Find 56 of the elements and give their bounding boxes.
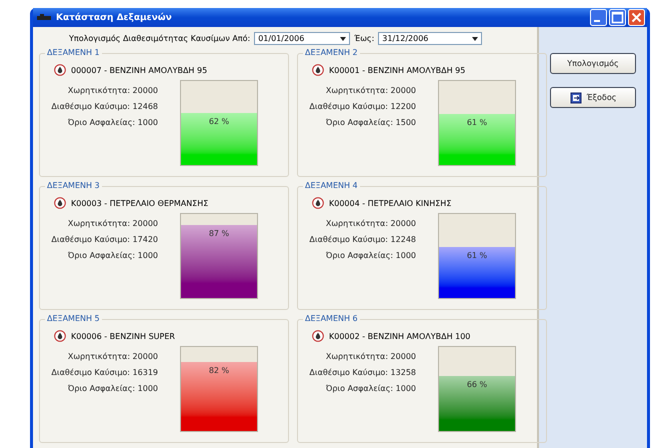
available-text: Διαθέσιμο Καύσιμο: 12200 [309,102,416,111]
capacity-text: Χωρητικότητα: 20000 [326,352,416,361]
date-range-label: Υπολογισμός Διαθεσιμότητας Καυσίμων Από: [69,34,250,43]
fuel-drop-icon [54,197,66,209]
percent-label: 61 % [466,118,488,127]
maximize-button[interactable] [609,9,626,26]
safety-limit-text: Όριο Ασφαλείας: 1000 [68,118,158,127]
group-title: ΔΕΞΑΜΕΝΗ 3 [45,181,102,190]
percent-label: 87 % [208,228,230,238]
available-text: Διαθέσιμο Καύσιμο: 13258 [309,368,416,377]
exit-icon [570,92,582,104]
safety-limit-text: Όριο Ασφαλείας: 1000 [68,384,158,393]
percent-label: 61 % [466,250,488,260]
fuel-name: K00002 - ΒΕΝΖΙΝΗ ΑΜΟΛΥΒΔΗ 100 [329,332,470,340]
fuel-drop-icon [312,197,324,209]
available-text: Διαθέσιμο Καύσιμο: 12248 [309,235,416,244]
date-field[interactable]: 01/01/2006 [254,32,350,45]
calculate-button[interactable]: Υπολογισμός [550,53,636,74]
app-icon [37,14,51,22]
percent-label: 66 % [466,380,488,389]
dropdown-arrow-icon[interactable] [472,36,478,40]
capacity-text: Χωρητικότητα: 20000 [68,86,158,95]
fuel-name: K00003 - ΠΕΤΡΕΛΑΙΟ ΘΕΡΜΑΝΣΗΣ [71,198,208,208]
fuel-name: K00006 - ΒΕΝΖΙΝΗ SUPER [71,332,175,340]
available-text: Διαθέσιμο Καύσιμο: 12468 [51,102,158,111]
exit-button[interactable]: Έξοδος [550,87,636,108]
window-title: Κατάσταση Δεξαμενών [56,12,173,22]
group-title: ΔΕΞΑΜΕΝΗ 5 [45,314,102,323]
fuel-drop-icon [312,64,324,76]
fuel-drop-icon [312,330,324,342]
group-title: ΔΕΞΑΜΕΝΗ 4 [303,181,360,190]
dropdown-arrow-icon[interactable] [340,36,346,40]
close-button[interactable] [628,9,645,26]
minimize-button[interactable] [590,9,607,26]
capacity-text: Χωρητικότητα: 20000 [68,352,158,361]
fuel-name: 000007 - ΒΕΝΖΙΝΗ ΑΜΟΛΥΒΔΗ 95 [71,66,208,74]
group-title: ΔΕΞΑΜΕΝΗ 2 [303,48,360,57]
fuel-name: K00001 - ΒΕΝΖΙΝΗ ΑΜΟΛΥΒΔΗ 95 [329,66,466,74]
percent-label: 82 % [208,366,230,376]
fuel-drop-icon [54,330,66,342]
group-title: ΔΕΞΑΜΕΝΗ 6 [303,314,360,323]
safety-limit-text: Όριο Ασφαλείας: 1000 [68,251,158,260]
available-text: Διαθέσιμο Καύσιμο: 17420 [51,235,158,244]
safety-limit-text: Όριο Ασφαλείας: 1000 [326,384,416,393]
group-title: ΔΕΞΑΜΕΝΗ 1 [45,48,102,57]
fuel-drop-icon [54,64,66,76]
fuel-name: K00004 - ΠΕΤΡΕΛΑΙΟ ΚΙΝΗΣΗΣ [329,198,452,208]
available-text: Διαθέσιμο Καύσιμο: 16319 [51,368,158,377]
safety-limit-text: Όριο Ασφαλείας: 1000 [326,251,416,260]
capacity-text: Χωρητικότητα: 20000 [326,219,416,228]
percent-label: 62 % [208,116,230,126]
capacity-text: Χωρητικότητα: 20000 [326,86,416,95]
capacity-text: Χωρητικότητα: 20000 [68,219,158,228]
safety-limit-text: Όριο Ασφαλείας: 1500 [326,118,416,127]
to-label: Έως: [354,34,374,43]
date-field[interactable]: 31/12/2006 [378,32,482,45]
